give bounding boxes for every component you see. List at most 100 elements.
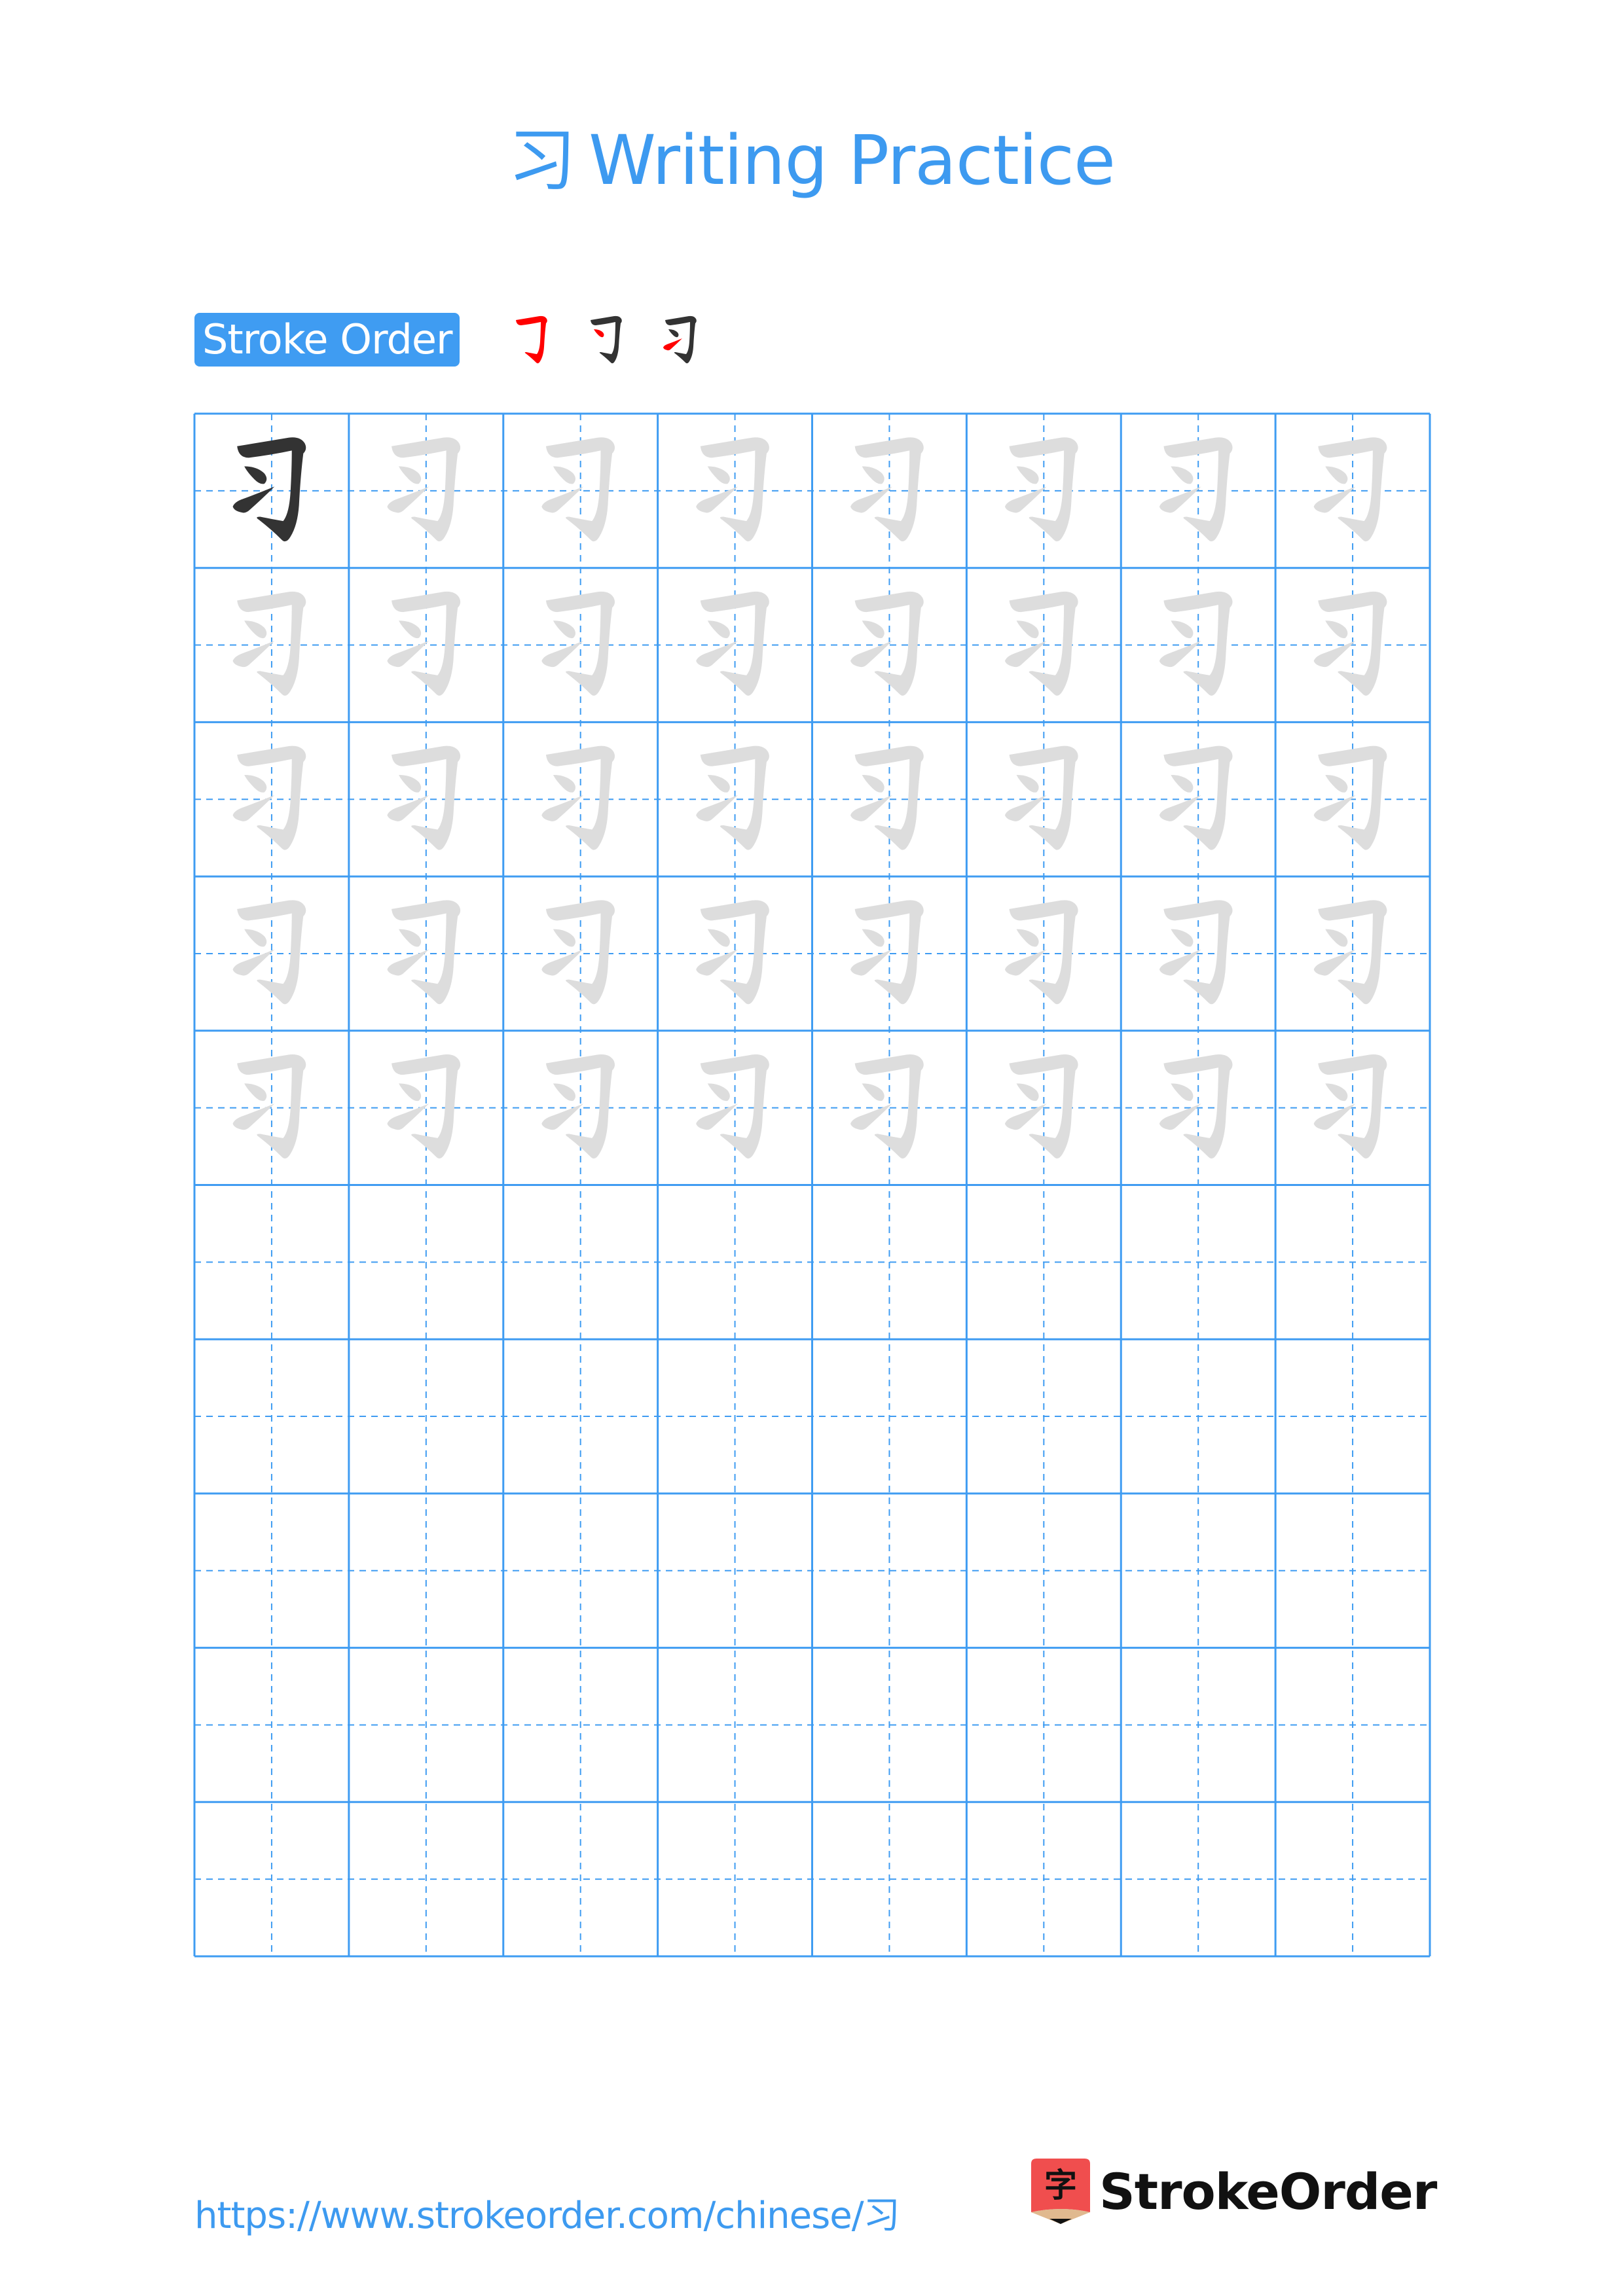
grid-cell[interactable] bbox=[349, 876, 503, 1031]
grid-cell[interactable] bbox=[966, 1802, 1121, 1956]
grid-cell[interactable] bbox=[1121, 1031, 1275, 1185]
brand-logo-icon: 字 bbox=[1031, 2159, 1090, 2224]
page-title: 习 Writing Practice bbox=[0, 105, 1623, 204]
grid-cell[interactable] bbox=[658, 876, 812, 1031]
stroke-step-3 bbox=[663, 315, 697, 364]
grid-cell[interactable] bbox=[194, 1185, 349, 1340]
character-stroke-3 bbox=[514, 338, 533, 350]
brand-name: StrokeOrder bbox=[1099, 2162, 1437, 2221]
grid-cell[interactable] bbox=[503, 568, 658, 723]
grid-cell[interactable] bbox=[812, 876, 967, 1031]
grid-cell[interactable] bbox=[349, 1185, 503, 1340]
grid-cell[interactable] bbox=[194, 1802, 349, 1956]
grid-cell[interactable] bbox=[503, 1494, 658, 1648]
grid-cell[interactable] bbox=[1275, 1494, 1430, 1648]
grid-cell[interactable] bbox=[812, 568, 967, 723]
grid-cell[interactable] bbox=[966, 1339, 1121, 1494]
grid-cell[interactable] bbox=[812, 1802, 967, 1956]
grid-cell[interactable] bbox=[658, 1339, 812, 1494]
grid-cell[interactable] bbox=[966, 1185, 1121, 1340]
character-stroke-2 bbox=[519, 329, 530, 337]
grid-cell[interactable] bbox=[349, 1648, 503, 1803]
grid-cell[interactable] bbox=[503, 722, 658, 876]
grid-cell[interactable] bbox=[349, 1031, 503, 1185]
grid-cell[interactable] bbox=[812, 1494, 967, 1648]
character-stroke-2 bbox=[668, 329, 679, 338]
title-text: Writing Practice bbox=[589, 120, 1116, 200]
grid-cell[interactable] bbox=[194, 1339, 349, 1494]
grid-cell[interactable] bbox=[1275, 1185, 1430, 1340]
grid-cell[interactable] bbox=[194, 568, 349, 723]
grid-cell[interactable] bbox=[349, 414, 503, 568]
grid-cell[interactable] bbox=[349, 1339, 503, 1494]
grid-cell[interactable] bbox=[1121, 1802, 1275, 1956]
grid-cell[interactable] bbox=[194, 1494, 349, 1648]
grid-cell[interactable] bbox=[658, 722, 812, 876]
grid-cell[interactable] bbox=[658, 1648, 812, 1803]
brand: 字 StrokeOrder bbox=[1031, 2159, 1437, 2224]
grid-cell[interactable] bbox=[812, 1648, 967, 1803]
grid-cell[interactable] bbox=[194, 1031, 349, 1185]
grid-cell[interactable] bbox=[966, 722, 1121, 876]
grid-cell[interactable] bbox=[1275, 1802, 1430, 1956]
grid-cell[interactable] bbox=[966, 876, 1121, 1031]
grid-cell[interactable] bbox=[1275, 1031, 1430, 1185]
stroke-order-row: Stroke Order bbox=[194, 313, 460, 367]
grid-cell[interactable] bbox=[812, 414, 967, 568]
grid-cell[interactable] bbox=[1121, 1494, 1275, 1648]
grid-cell[interactable] bbox=[812, 722, 967, 876]
grid-cell[interactable] bbox=[503, 414, 658, 568]
grid-cell[interactable] bbox=[658, 414, 812, 568]
grid-cell[interactable] bbox=[812, 1185, 967, 1340]
grid-cell[interactable] bbox=[1275, 722, 1430, 876]
footer-url-link[interactable]: https://www.strokeorder.com/chinese/习 bbox=[194, 2186, 900, 2239]
grid-cell[interactable] bbox=[966, 1494, 1121, 1648]
grid-cell[interactable] bbox=[1121, 1648, 1275, 1803]
grid-cell[interactable] bbox=[1121, 414, 1275, 568]
grid-cell[interactable] bbox=[194, 876, 349, 1031]
grid-cell[interactable] bbox=[1275, 414, 1430, 568]
grid-cell[interactable] bbox=[658, 1031, 812, 1185]
grid-cell[interactable] bbox=[349, 722, 503, 876]
grid-cell[interactable] bbox=[503, 1648, 658, 1803]
grid-cell[interactable] bbox=[1121, 1339, 1275, 1494]
grid-cell[interactable] bbox=[1275, 876, 1430, 1031]
stroke-step-2 bbox=[589, 315, 622, 364]
grid-cell[interactable] bbox=[349, 568, 503, 723]
grid-cell[interactable] bbox=[658, 568, 812, 723]
character-stroke-3 bbox=[663, 338, 682, 351]
grid-cell[interactable] bbox=[1275, 1339, 1430, 1494]
grid-cell[interactable] bbox=[966, 414, 1121, 568]
grid-cell[interactable] bbox=[812, 1031, 967, 1185]
grid-cell[interactable] bbox=[658, 1802, 812, 1956]
grid-cell[interactable] bbox=[349, 1802, 503, 1956]
grid-cell[interactable] bbox=[1121, 722, 1275, 876]
grid-cell[interactable] bbox=[194, 414, 349, 568]
grid-cell[interactable] bbox=[658, 1185, 812, 1340]
grid-cell[interactable] bbox=[503, 1802, 658, 1956]
title-character: 习 bbox=[508, 120, 576, 200]
grid-cell[interactable] bbox=[812, 1339, 967, 1494]
grid-cell[interactable] bbox=[1275, 568, 1430, 723]
character-stroke-3 bbox=[589, 338, 608, 350]
grid-cell[interactable] bbox=[966, 1648, 1121, 1803]
grid-cell[interactable] bbox=[503, 1031, 658, 1185]
grid-cell[interactable] bbox=[1121, 568, 1275, 723]
character-stroke-2 bbox=[594, 329, 604, 338]
character-stroke-1 bbox=[516, 315, 547, 364]
grid-cell[interactable] bbox=[1121, 1185, 1275, 1340]
grid-cell[interactable] bbox=[349, 1494, 503, 1648]
character-stroke-1 bbox=[591, 315, 622, 364]
grid-cell[interactable] bbox=[503, 1339, 658, 1494]
grid-cell[interactable] bbox=[1121, 876, 1275, 1031]
grid-cell[interactable] bbox=[1275, 1648, 1430, 1803]
stroke-order-badge: Stroke Order bbox=[194, 313, 460, 367]
grid-cell[interactable] bbox=[503, 1185, 658, 1340]
grid-cell[interactable] bbox=[194, 722, 349, 876]
grid-cell[interactable] bbox=[194, 1648, 349, 1803]
grid-cell[interactable] bbox=[658, 1494, 812, 1648]
grid-cell[interactable] bbox=[966, 568, 1121, 723]
grid-cell[interactable] bbox=[966, 1031, 1121, 1185]
stroke-step-1 bbox=[514, 315, 547, 364]
grid-cell[interactable] bbox=[503, 876, 658, 1031]
